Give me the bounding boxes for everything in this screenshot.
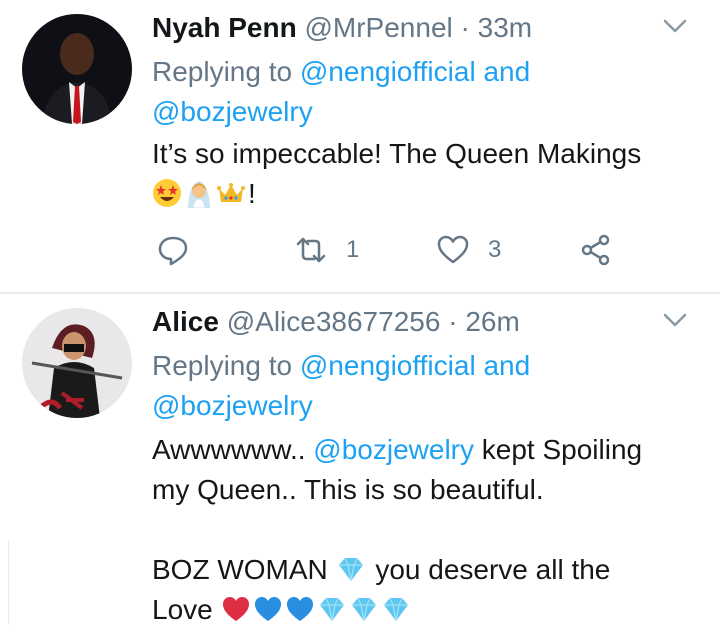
- tweet[interactable]: Alice @Alice38677256 · 26m Replying to @…: [0, 294, 720, 625]
- mention-link[interactable]: @nengiofficial: [300, 350, 476, 381]
- chevron-down-icon[interactable]: [660, 14, 690, 38]
- bride-emoji: [188, 181, 210, 208]
- left-edge: [0, 540, 9, 625]
- reply-icon: [158, 236, 188, 266]
- mention-link[interactable]: @bozjewelry: [152, 96, 313, 127]
- tweet-text-line: It’s so impeccable! The Queen Makings: [152, 138, 642, 169]
- tweet-text: It’s so impeccable! The Queen Makings !: [152, 134, 697, 214]
- star-struck-emoji: [153, 179, 181, 207]
- gem-emoji: [351, 597, 376, 622]
- user-handle[interactable]: @Alice38677256: [227, 306, 441, 337]
- retweet-icon: [296, 237, 326, 263]
- tweet-text: Awwwwww.. @bozjewelry kept Spoiling my Q…: [152, 430, 697, 630]
- tweet-text-line: kept Spoiling: [481, 434, 643, 465]
- avatar[interactable]: [22, 308, 132, 418]
- reply-and[interactable]: and: [483, 56, 530, 87]
- tweet-actions: 1 3: [152, 228, 697, 272]
- tweet-text-suffix: !: [248, 178, 256, 209]
- retweet-count: 1: [346, 236, 360, 263]
- tweet-header: Nyah Penn @MrPennel · 33m: [152, 10, 532, 46]
- blue-heart-emoji: [254, 597, 281, 621]
- display-name[interactable]: Alice: [152, 306, 219, 337]
- heart-icon: [437, 235, 469, 264]
- crown-emoji: [217, 183, 245, 202]
- timestamp[interactable]: 33m: [478, 12, 532, 43]
- display-name[interactable]: Nyah Penn: [152, 12, 297, 43]
- replying-prefix: Replying to: [152, 56, 293, 87]
- separator: ·: [448, 306, 458, 337]
- replying-prefix: Replying to: [152, 350, 293, 381]
- gem-emoji: [319, 597, 344, 622]
- tweet-text-line: my Queen.. This is so beautiful.: [152, 474, 544, 505]
- replying-to: Replying to @nengiofficial and @bozjewel…: [152, 346, 672, 426]
- gem-emoji: [338, 557, 363, 582]
- like-button[interactable]: 3: [436, 228, 501, 272]
- tweet-text-line: Love: [152, 594, 213, 625]
- timestamp[interactable]: 26m: [465, 306, 519, 337]
- avatar[interactable]: [22, 14, 132, 124]
- tweet-header: Alice @Alice38677256 · 26m: [152, 304, 520, 340]
- gem-emoji: [383, 597, 408, 622]
- tweet-text-line: BOZ WOMAN: [152, 554, 328, 585]
- chevron-down-icon[interactable]: [660, 308, 690, 332]
- retweet-button[interactable]: 1: [294, 228, 359, 272]
- mention-link[interactable]: @bozjewelry: [152, 390, 313, 421]
- share-icon: [581, 234, 610, 266]
- mention-link[interactable]: @bozjewelry: [313, 434, 474, 465]
- tweet[interactable]: Nyah Penn @MrPennel · 33m Replying to @n…: [0, 0, 720, 293]
- reply-and[interactable]: and: [483, 350, 530, 381]
- separator: ·: [460, 12, 470, 43]
- blue-heart-emoji: [286, 597, 313, 621]
- reply-button[interactable]: [156, 228, 190, 272]
- replying-to: Replying to @nengiofficial and @bozjewel…: [152, 52, 672, 132]
- tweet-text-line: Awwwwww..: [152, 434, 306, 465]
- like-count: 3: [488, 236, 502, 263]
- mention-link[interactable]: @nengiofficial: [300, 56, 476, 87]
- share-button[interactable]: [579, 228, 613, 272]
- red-heart-emoji: [222, 597, 249, 621]
- tweet-text-line: you deserve all the: [375, 554, 611, 585]
- user-handle[interactable]: @MrPennel: [304, 12, 452, 43]
